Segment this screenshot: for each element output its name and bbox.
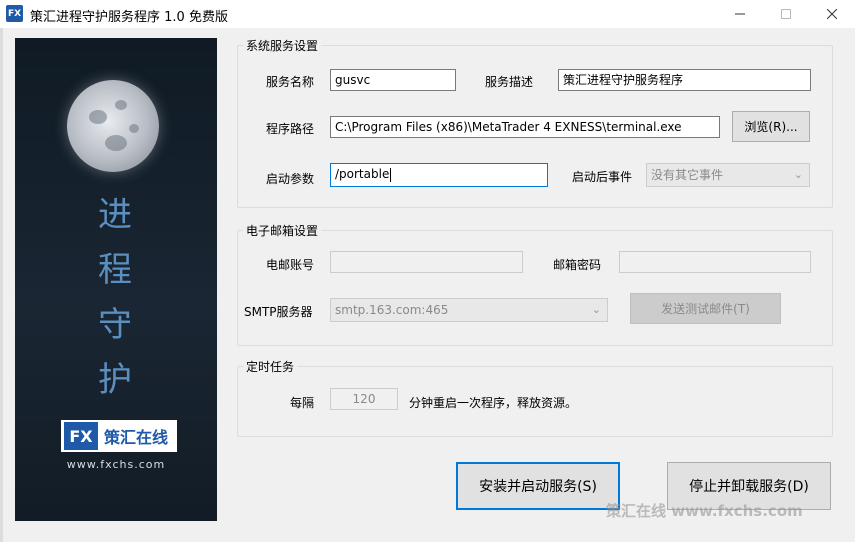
interval-label: 每隔 [290, 396, 315, 410]
app-icon: FX [6, 5, 23, 22]
window-title: 策汇进程守护服务程序 1.0 免费版 [30, 10, 228, 25]
start-params-label: 启动参数 [266, 172, 315, 186]
minimize-button[interactable] [717, 0, 763, 28]
moon-image [67, 80, 159, 172]
browse-button[interactable]: 浏览(R)... [732, 111, 810, 142]
title-bar: FX 策汇进程守护服务程序 1.0 免费版 [0, 0, 855, 28]
maximize-icon [781, 9, 791, 19]
after-start-label: 启动后事件 [572, 170, 633, 184]
banner-char: 程 [98, 250, 132, 290]
maximize-button[interactable] [763, 0, 809, 28]
service-name-label: 服务名称 [266, 75, 315, 89]
logo-brand-name: 策汇在线 [104, 428, 169, 447]
chevron-down-icon: ⌄ [793, 168, 803, 181]
service-name-input[interactable]: gusvc [330, 69, 456, 91]
close-button[interactable] [809, 0, 855, 28]
interval-suffix: 分钟重启一次程序，释放资源。 [409, 396, 578, 410]
banner-char: 守 [98, 305, 132, 345]
start-params-value: /portable [335, 167, 390, 181]
banner-vertical-text: 进 程 守 护 [90, 188, 140, 408]
program-path-input[interactable]: C:\Program Files (x86)\MetaTrader 4 EXNE… [330, 116, 720, 138]
email-password-label: 邮箱密码 [553, 258, 602, 272]
email-account-input[interactable] [330, 251, 523, 273]
smtp-value: smtp.163.com:465 [335, 303, 449, 317]
service-desc-label: 服务描述 [485, 75, 534, 89]
after-start-value: 没有其它事件 [651, 168, 724, 182]
after-start-select[interactable]: 没有其它事件 ⌄ [646, 163, 810, 187]
install-start-service-button[interactable]: 安装并启动服务(S) [456, 462, 620, 510]
send-test-email-button[interactable]: 发送测试邮件(T) [630, 293, 781, 324]
system-service-title: 系统服务设置 [243, 37, 322, 54]
timer-title: 定时任务 [243, 358, 298, 375]
smtp-label: SMTP服务器 [244, 305, 313, 319]
email-password-input[interactable] [619, 251, 811, 273]
program-path-label: 程序路径 [266, 122, 315, 136]
email-title: 电子邮箱设置 [243, 222, 322, 239]
banner-char: 护 [98, 360, 132, 400]
interval-input[interactable]: 120 [330, 388, 398, 410]
side-banner: 进 程 守 护 FX 策汇在线 www.fxchs.com [15, 38, 217, 521]
logo-fx-mark: FX [64, 422, 98, 450]
close-icon [827, 9, 837, 19]
text-caret [390, 167, 392, 182]
banner-url: www.fxchs.com [66, 458, 166, 471]
chevron-down-icon: ⌄ [591, 303, 601, 316]
window-edge [0, 28, 3, 542]
brand-logo: FX 策汇在线 [61, 420, 177, 452]
email-group [237, 230, 833, 346]
email-account-label: 电邮账号 [266, 258, 315, 272]
watermark: 策汇在线 www.fxchs.com [606, 502, 803, 520]
start-params-input[interactable]: /portable [330, 163, 548, 187]
minimize-icon [735, 13, 745, 15]
smtp-select[interactable]: smtp.163.com:465 ⌄ [330, 298, 608, 322]
service-desc-input[interactable]: 策汇进程守护服务程序 [558, 69, 811, 91]
banner-char: 进 [98, 195, 132, 235]
